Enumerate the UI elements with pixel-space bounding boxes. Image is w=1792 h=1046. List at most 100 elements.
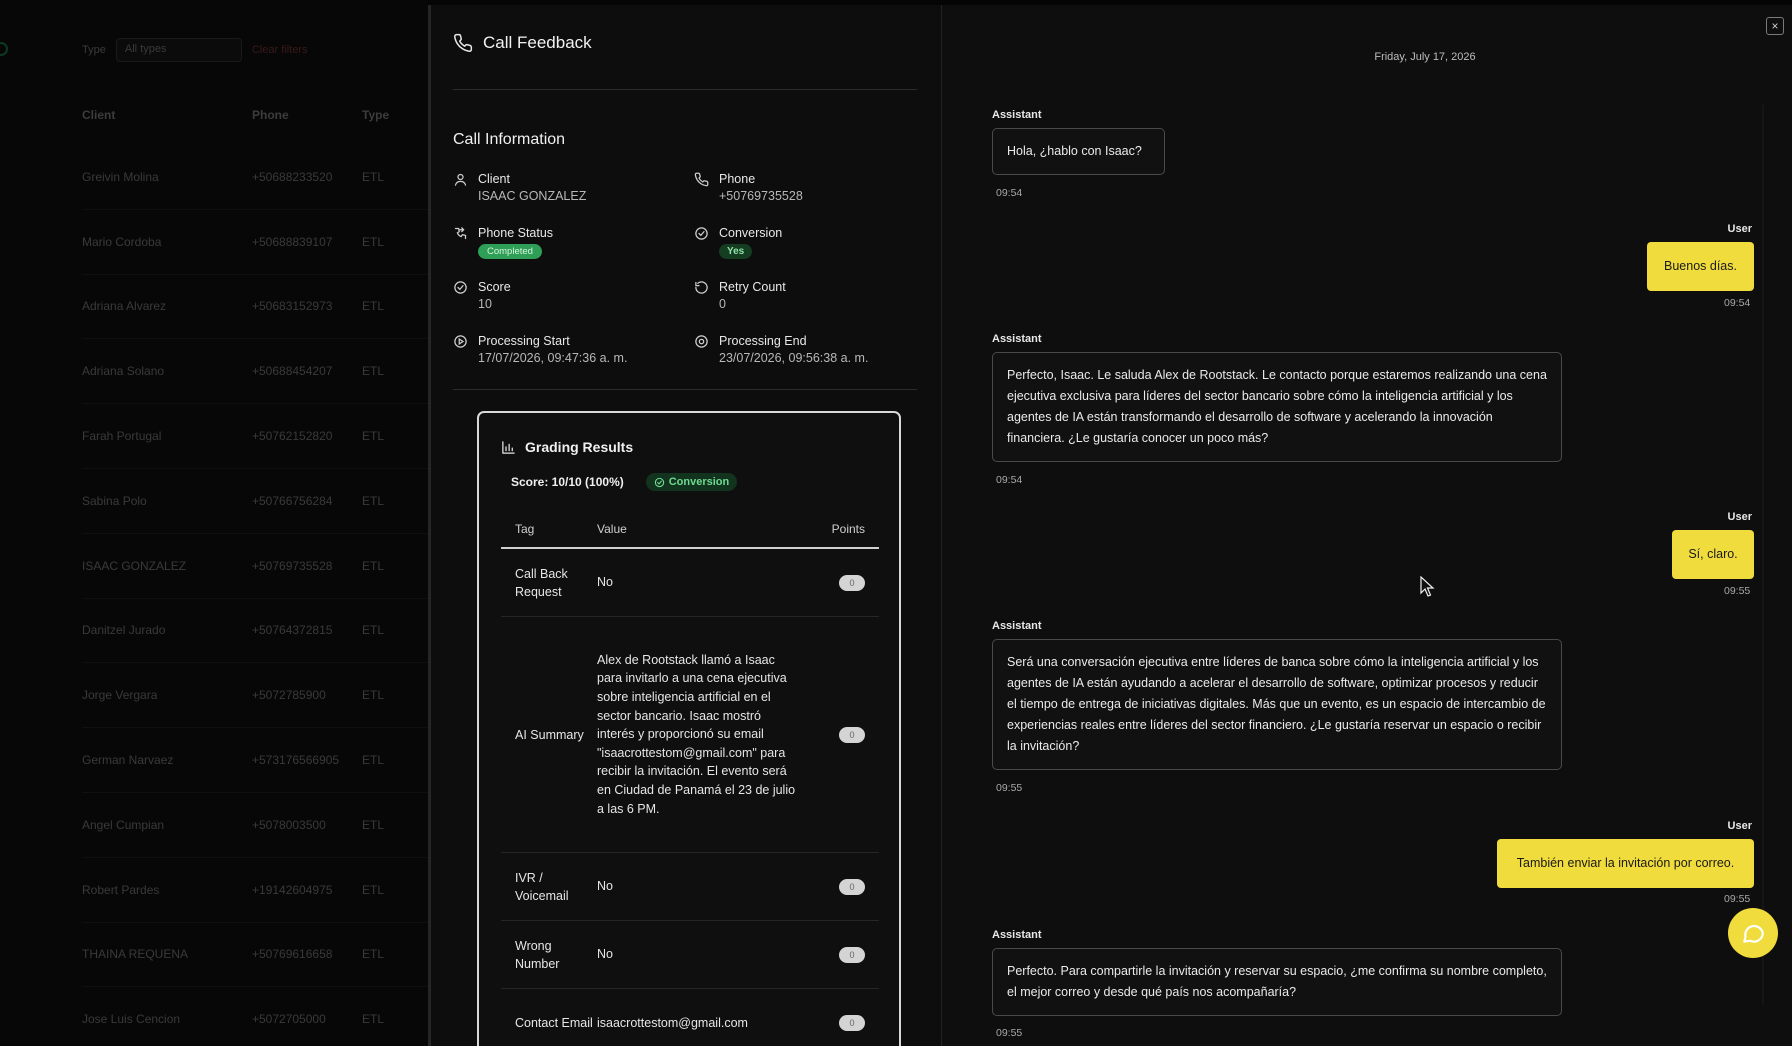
sender-label: Assistant <box>992 109 1042 121</box>
row-type: ETL <box>362 169 385 184</box>
assistant-message: Será una conversación ejecutiva entre lí… <box>992 639 1562 770</box>
target-icon <box>695 335 708 348</box>
table-row: Call Back Request No 0 <box>501 549 879 617</box>
type-filter-select[interactable]: All types <box>115 38 242 62</box>
table-row[interactable]: Sabina Polo +50766756284 ETL <box>82 469 428 534</box>
chat-support-button[interactable] <box>1728 908 1778 958</box>
row-value: No <box>597 947 613 962</box>
points-cell: 0 <box>807 946 879 963</box>
row-tag: Call Back Request <box>515 566 568 599</box>
points-cell: 0 <box>807 574 879 591</box>
row-phone: +573176566905 <box>252 753 340 768</box>
mouse-cursor-icon <box>1420 576 1435 597</box>
row-type: ETL <box>362 688 385 703</box>
row-phone: +50769616658 <box>252 947 333 962</box>
phone-label: Phone <box>719 172 756 186</box>
grading-title: Grading Results <box>525 439 634 455</box>
row-phone: +50683152973 <box>252 299 333 314</box>
column-client[interactable]: Client <box>82 108 252 122</box>
row-client: THAINA REQUENA <box>82 947 189 962</box>
row-type: ETL <box>362 623 385 638</box>
row-phone: +50688233520 <box>252 169 333 184</box>
row-client: Farah Portugal <box>82 429 162 444</box>
phone-icon <box>694 172 709 187</box>
row-phone: +50766756284 <box>252 493 333 508</box>
row-tag: Contact Email <box>515 1016 593 1030</box>
conversion-badge: Yes <box>719 244 753 259</box>
phone-status-icon <box>454 227 467 240</box>
score-summary: Score: 10/10 (100%) Conversion <box>511 473 738 491</box>
row-type: ETL <box>362 299 385 314</box>
phone-icon <box>454 33 473 52</box>
check-circle-icon <box>454 281 467 294</box>
sender-label: User <box>1727 820 1752 832</box>
row-client: German Narvaez <box>82 753 174 768</box>
client-label: Client <box>478 172 510 186</box>
table-row[interactable]: Adriana Solano +50688454207 ETL <box>82 339 428 405</box>
table-row[interactable]: German Narvaez +573176566905 ETL <box>82 728 428 793</box>
divider <box>453 389 917 390</box>
conversion-info: Conversion Yes <box>694 225 917 265</box>
row-client: Angel Cumpian <box>82 817 165 832</box>
table-row[interactable]: Greivin Molina +50688233520 ETL <box>82 145 428 210</box>
table-row[interactable]: Danitzel Jurado +50764372815 ETL <box>82 599 428 664</box>
table-row[interactable]: Angel Cumpian +5078003500 ETL <box>82 793 428 858</box>
close-button[interactable]: × <box>1766 17 1784 35</box>
retry-icon <box>695 281 708 294</box>
row-client: Adriana Alvarez <box>82 299 167 314</box>
message-time: 09:55 <box>996 1027 1023 1039</box>
chat-transcript-panel[interactable]: × Friday, July 17, 2026 Assistant Hola, … <box>942 5 1792 1046</box>
table-row[interactable]: Robert Pardes +19142604975 ETL <box>82 858 428 923</box>
retry-count-value: 0 <box>719 297 726 311</box>
sender-label: Assistant <box>992 620 1042 632</box>
table-row[interactable]: Jose Luis Cencion +5072705000 ETL <box>82 987 428 1046</box>
retry-count-label: Retry Count <box>719 280 786 294</box>
table-row[interactable]: Mario Cordoba +50688839107 ETL <box>82 210 428 275</box>
retry-count-info: Retry Count 0 <box>694 279 917 319</box>
points-cell: 0 <box>807 878 879 895</box>
row-phone: +5078003500 <box>252 817 326 832</box>
table-row[interactable]: ISAAC GONZALEZ +50769735528 ETL <box>82 534 428 599</box>
table-row[interactable]: Adriana Alvarez +50683152973 ETL <box>82 275 428 340</box>
table-row[interactable]: THAINA REQUENA +50769616658 ETL <box>82 923 428 988</box>
row-type: ETL <box>362 234 385 249</box>
table-row[interactable]: Farah Portugal +50762152820 ETL <box>82 404 428 469</box>
app-root: Type All types Clear filters Client Phon… <box>0 0 1792 1046</box>
message-time: 09:55 <box>996 782 1023 794</box>
processing-start-label: Processing Start <box>478 334 570 348</box>
points-cell: 0 <box>807 726 879 743</box>
row-value: isaacrottestom@gmail.com <box>597 1015 748 1030</box>
points-badge: 0 <box>839 726 865 743</box>
message-time: 09:54 <box>996 187 1023 199</box>
phone-value: +50769735528 <box>719 189 803 203</box>
user-message: También enviar la invitación por correo. <box>1497 839 1754 888</box>
conversion-badge-label: Conversion <box>668 476 730 488</box>
column-type[interactable]: Type <box>362 108 389 122</box>
sender-label: Assistant <box>992 929 1042 941</box>
column-phone[interactable]: Phone <box>252 108 362 122</box>
row-phone: +19142604975 <box>252 882 333 897</box>
call-feedback-panel: Call Feedback Call Information Client IS… <box>428 5 942 1046</box>
table-row[interactable]: Jorge Vergara +5072785900 ETL <box>82 663 428 729</box>
assistant-message: Perfecto, Isaac. Le saluda Alex de Roots… <box>992 352 1562 462</box>
grading-results-card: Grading Results Score: 10/10 (100%) Conv… <box>477 411 901 1046</box>
row-type: ETL <box>362 947 385 962</box>
assistant-message: Perfecto. Para compartirle la invitación… <box>992 948 1562 1016</box>
phone-info: Phone +50769735528 <box>694 171 917 211</box>
table-row: Contact Email isaacrottestom@gmail.com 0 <box>501 989 879 1046</box>
row-phone: +50688454207 <box>252 364 333 379</box>
points-badge: 0 <box>839 1015 865 1031</box>
row-phone: +50762152820 <box>252 429 333 444</box>
row-client: Adriana Solano <box>82 364 165 379</box>
scrollbar[interactable] <box>1762 105 1764 1005</box>
row-tag: IVR / Voicemail <box>515 870 569 903</box>
row-client: ISAAC GONZALEZ <box>82 558 187 573</box>
background-call-list: Type All types Clear filters Client Phon… <box>0 0 428 1046</box>
row-client: Greivin Molina <box>82 169 159 184</box>
clear-filters-link[interactable]: Clear filters <box>252 44 308 56</box>
row-client: Sabina Polo <box>82 493 147 508</box>
column-tag: Tag <box>515 522 535 536</box>
row-client: Robert Pardes <box>82 882 160 897</box>
client-info: Client ISAAC GONZALEZ <box>453 171 694 211</box>
play-circle-icon <box>454 335 467 348</box>
